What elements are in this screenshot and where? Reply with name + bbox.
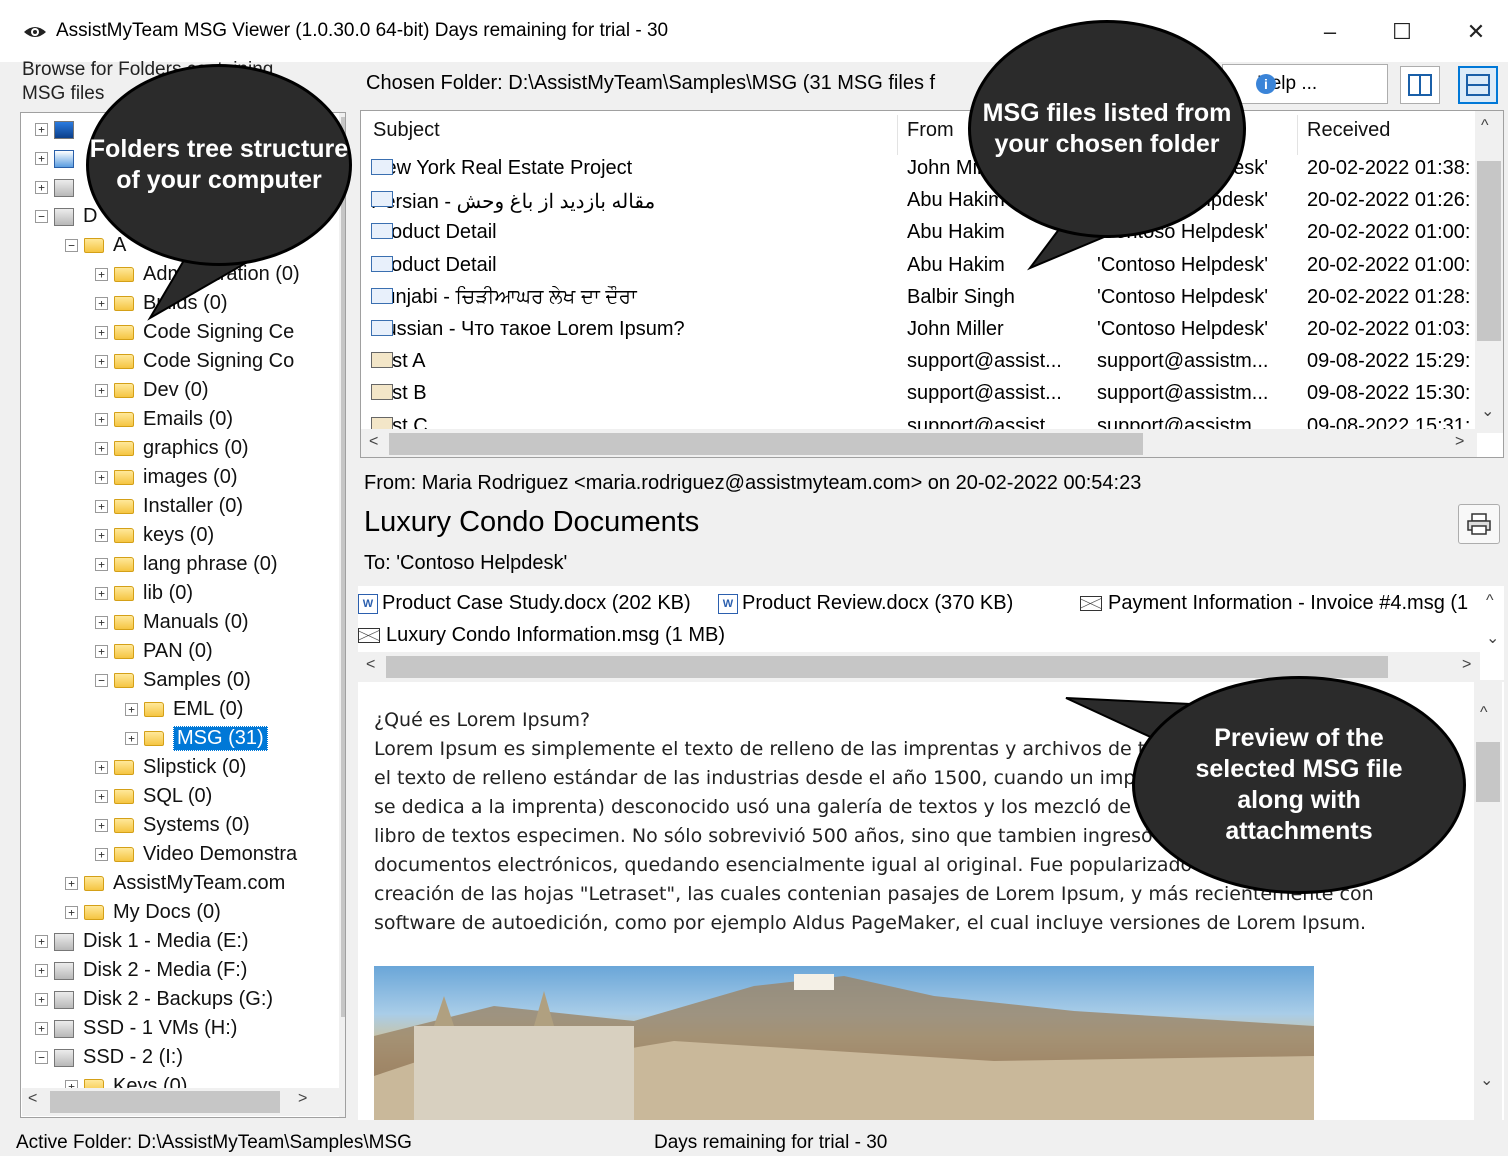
callout-tree: Folders tree structure of your computer — [86, 64, 352, 266]
callout-preview: Preview of the selected MSG file along w… — [1132, 676, 1466, 894]
callout-list: MSG files listed from your chosen folder — [968, 20, 1246, 238]
